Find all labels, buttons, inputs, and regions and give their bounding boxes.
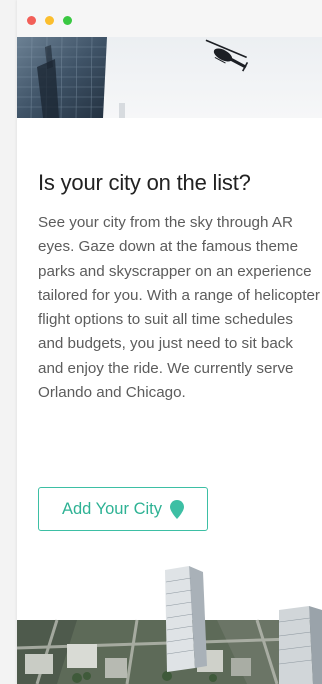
- hero-image: [17, 37, 322, 118]
- zoom-window-button[interactable]: [63, 16, 72, 25]
- city-list-section: Is your city on the list? See your city …: [17, 118, 322, 558]
- aerial-city-illustration: [17, 566, 322, 684]
- section-heading: Is your city on the list?: [38, 170, 251, 195]
- aerial-city-image: [17, 558, 322, 684]
- add-your-city-button[interactable]: Add Your City: [38, 487, 208, 531]
- browser-window: Is your city on the list? See your city …: [17, 0, 322, 684]
- window-titlebar: [17, 0, 322, 37]
- helicopter-icon: [205, 39, 249, 72]
- close-window-button[interactable]: [27, 16, 36, 25]
- helicopter-skyline-illustration: [17, 37, 249, 118]
- minimize-window-button[interactable]: [45, 16, 54, 25]
- section-description: See your city from the sky through AR ey…: [38, 214, 320, 402]
- map-pin-icon: [169, 499, 184, 519]
- add-your-city-label: Add Your City: [62, 499, 162, 518]
